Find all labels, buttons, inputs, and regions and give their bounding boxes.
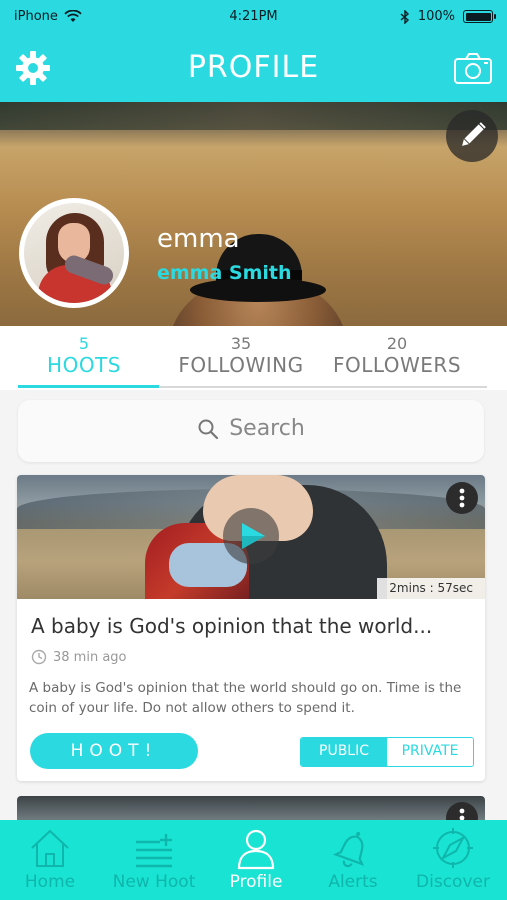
new-hoot-icon xyxy=(136,834,172,868)
tab-new-hoot[interactable]: New Hoot xyxy=(104,826,204,892)
tab-label: Profile xyxy=(229,872,283,892)
compass-icon xyxy=(433,828,473,868)
status-bar: iPhone 4:21PM 100% xyxy=(0,0,507,36)
pencil-icon xyxy=(462,122,486,146)
battery-icon xyxy=(463,10,496,23)
post-body: A baby is God's opinion that the world s… xyxy=(29,680,462,716)
bluetooth-icon xyxy=(400,9,409,24)
stat-count: 35 xyxy=(230,334,252,353)
post-timestamp: 38 min ago xyxy=(31,649,127,665)
home-icon xyxy=(31,829,69,867)
tab-label: New Hoot xyxy=(112,872,196,892)
search-input[interactable]: Search xyxy=(229,416,305,441)
battery-percent: 100% xyxy=(417,9,455,24)
profile-username: emma xyxy=(157,224,240,254)
play-button[interactable] xyxy=(223,508,279,564)
search-inner: Search xyxy=(18,416,484,441)
tab-active-indicator xyxy=(18,385,159,388)
video-duration: 2mins : 57sec xyxy=(377,578,485,599)
tab-alerts[interactable]: Alerts xyxy=(303,826,403,892)
stats-tabs: 5 HOOTS 35 FOLLOWING 20 FOLLOWERS xyxy=(0,326,507,390)
tab-label: Discover xyxy=(416,872,490,892)
profile-full-name: emma Smith xyxy=(157,262,292,284)
more-vertical-icon xyxy=(459,488,465,508)
edit-profile-button[interactable] xyxy=(446,110,498,162)
nav-bar: PROFILE xyxy=(0,36,507,102)
visibility-toggle: PUBLIC PRIVATE xyxy=(300,737,474,767)
public-option[interactable]: PUBLIC xyxy=(301,738,387,766)
person-icon xyxy=(237,829,275,870)
hoot-card[interactable]: 2mins : 57sec A baby is God's opinion th… xyxy=(17,475,485,781)
tab-following[interactable]: 35 FOLLOWING xyxy=(163,334,319,377)
private-option[interactable]: PRIVATE xyxy=(387,738,473,766)
search-icon xyxy=(198,419,219,439)
hoot-button[interactable]: HOOT! xyxy=(30,733,198,769)
post-menu-button[interactable] xyxy=(446,482,478,514)
stat-label: HOOTS xyxy=(47,353,121,377)
stat-count: 5 xyxy=(78,334,90,353)
tab-profile[interactable]: Profile xyxy=(206,826,306,892)
video-thumbnail[interactable]: 2mins : 57sec xyxy=(17,475,485,599)
page-title: PROFILE xyxy=(187,50,320,85)
battery-fill xyxy=(465,12,491,21)
bell-icon xyxy=(332,831,365,868)
cover-background xyxy=(0,102,507,130)
tab-hoots[interactable]: 5 HOOTS xyxy=(6,334,162,377)
stat-count: 20 xyxy=(386,334,408,353)
stat-label: FOLLOWERS xyxy=(332,353,462,377)
post-time-ago: 38 min ago xyxy=(53,649,127,665)
search-bar[interactable]: Search xyxy=(18,400,484,462)
avatar[interactable] xyxy=(19,198,129,308)
play-icon xyxy=(242,523,265,549)
tab-bar: Home New Hoot Profile Alerts Discover xyxy=(0,820,507,900)
tab-label: Alerts xyxy=(328,872,378,892)
tab-discover[interactable]: Discover xyxy=(403,826,503,892)
tab-followers[interactable]: 20 FOLLOWERS xyxy=(319,334,475,377)
tab-label: Home xyxy=(24,872,76,892)
avatar-image xyxy=(24,203,124,303)
clock-icon xyxy=(31,649,47,665)
status-right: 100% xyxy=(400,9,496,24)
camera-icon[interactable] xyxy=(453,50,493,86)
stat-label: FOLLOWING xyxy=(178,353,304,377)
post-title[interactable]: A baby is God's opinion that the world..… xyxy=(31,614,432,638)
tab-home[interactable]: Home xyxy=(0,826,100,892)
